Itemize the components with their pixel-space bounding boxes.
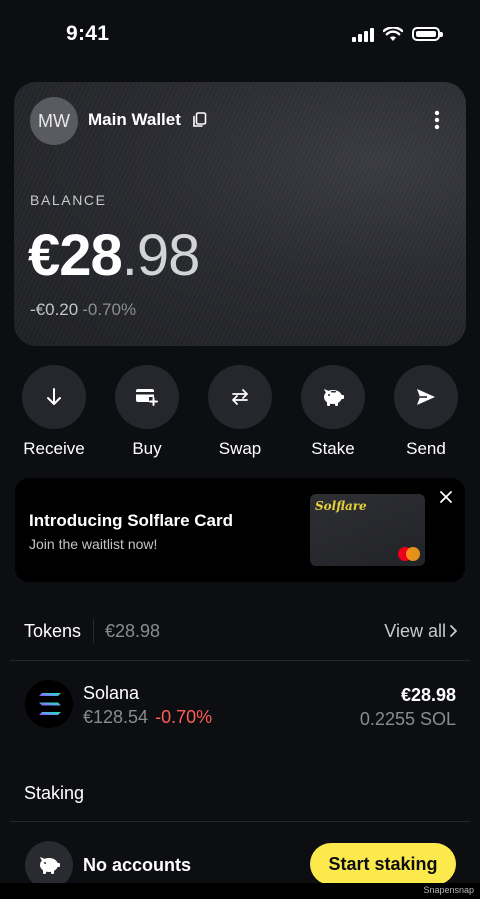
no-accounts-text: No accounts [83,855,192,875]
promo-subtitle: Join the waitlist now! [29,536,158,552]
tokens-total: €28.98 [105,621,161,641]
section-divider [10,660,470,661]
receive-label: Receive [23,439,85,458]
balance-change-percent: -0.70% [82,300,137,319]
more-vertical-icon[interactable] [434,110,440,130]
send-action[interactable]: Send [394,365,458,459]
token-amount: 0.2255 SOL [359,709,456,729]
staking-label: Staking [24,783,85,803]
token-price-value: €128.54 [83,707,149,727]
wallet-avatar[interactable]: MW [30,97,78,145]
card-plus-icon [136,389,158,406]
arrow-down-icon [47,388,61,405]
buy-action[interactable]: Buy [115,365,179,459]
token-price-change: -0.70% [155,707,213,727]
tokens-divider [93,619,94,643]
solana-logo-icon [25,680,73,728]
swap-label: Swap [218,439,262,458]
wallet-name[interactable]: Main Wallet [88,110,181,130]
wallet-card: MW Main Wallet BALANCE €28.98 -€0.20 -0.7… [14,82,466,346]
solflare-logo: Solflare [315,499,367,513]
promo-banner[interactable]: Introducing Solflare Card Join the waitl… [15,478,465,582]
stake-button[interactable] [301,365,365,429]
promo-title: Introducing Solflare Card [29,511,234,530]
token-price: €128.54 -0.70% [83,707,212,728]
balance-integer: €28 [28,223,123,288]
wifi-icon [383,26,403,41]
close-promo-button[interactable] [440,490,452,508]
token-value: €28.98 [400,685,456,705]
buy-button[interactable] [115,365,179,429]
swap-button[interactable] [208,365,272,429]
chevron-right-icon[interactable] [448,624,458,638]
battery-icon [412,27,443,41]
staking-piggy-icon [25,841,73,889]
balance-amount: €28.98 [28,222,201,289]
stake-action[interactable]: Stake [301,365,365,459]
watermark: Snapensnap [423,885,474,895]
token-name: Solana [83,683,140,703]
buy-label: Buy [132,439,162,458]
send-button[interactable] [394,365,458,429]
receive-action[interactable]: Receive [22,365,86,459]
start-staking-button[interactable]: Start staking [310,843,456,885]
footer-bar [0,883,480,899]
staking-divider [10,821,470,822]
balance-decimal: .98 [121,223,201,288]
view-all-link[interactable]: View all [384,621,446,642]
paper-plane-icon [417,389,435,405]
swap-arrows-icon [232,389,248,405]
status-icons [352,26,443,42]
swap-action[interactable]: Swap [208,365,272,459]
mastercard-icon [398,547,420,561]
tokens-label: Tokens [24,621,82,641]
piggy-bank-icon [324,389,344,406]
solflare-card-image: Solflare [310,494,425,566]
cellular-signal-icon [352,26,374,42]
balance-label: BALANCE [30,192,107,208]
status-time: 9:41 [66,22,110,45]
balance-change-amount: -€0.20 [30,300,79,319]
receive-button[interactable] [22,365,86,429]
stake-label: Stake [311,439,355,458]
send-label: Send [406,439,446,458]
copy-icon[interactable] [192,112,208,128]
balance-change: -€0.20 -0.70% [30,300,136,320]
close-icon [440,491,452,503]
